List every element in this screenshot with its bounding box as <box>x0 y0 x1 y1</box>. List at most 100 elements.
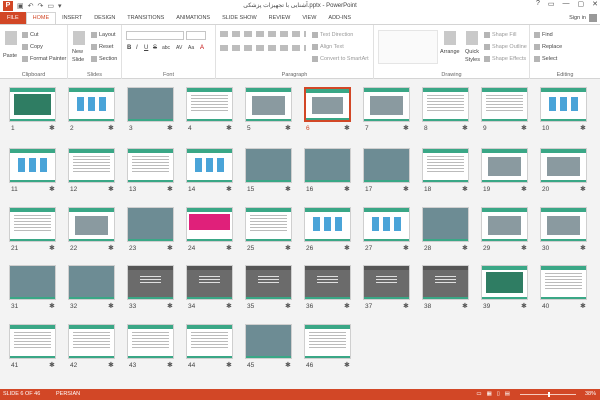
slide-thumbnail-23[interactable] <box>127 207 174 242</box>
slide-thumbnail-20[interactable] <box>540 148 587 183</box>
transition-marker-icon[interactable]: ✱ <box>344 361 350 369</box>
format-painter-button[interactable]: Format Painter <box>22 56 66 62</box>
shape-fill-button[interactable]: Shape Fill <box>484 32 516 38</box>
transition-marker-icon[interactable]: ✱ <box>285 124 291 132</box>
tab-slide-show[interactable]: SLIDE SHOW <box>216 12 263 24</box>
transition-marker-icon[interactable]: ✱ <box>521 244 527 252</box>
zoom-slider-thumb[interactable] <box>548 392 550 397</box>
sign-in-link[interactable]: Sign in <box>569 15 586 21</box>
transition-marker-icon[interactable]: ✱ <box>462 302 468 310</box>
tab-home[interactable]: HOME <box>25 12 57 24</box>
undo-icon[interactable]: ↶ <box>28 2 34 10</box>
transition-marker-icon[interactable]: ✱ <box>462 124 468 132</box>
transition-marker-icon[interactable]: ✱ <box>167 302 173 310</box>
change-case-button[interactable]: Aa <box>188 45 194 51</box>
transition-marker-icon[interactable]: ✱ <box>49 244 55 252</box>
transition-marker-icon[interactable]: ✱ <box>167 185 173 193</box>
maximize-button[interactable]: ▢ <box>578 0 585 8</box>
quick-styles-button-line2[interactable]: Styles <box>465 57 480 63</box>
slide-thumbnail-41[interactable] <box>9 324 56 359</box>
select-button[interactable]: Select <box>534 56 557 62</box>
italic-button[interactable]: I <box>136 45 138 51</box>
bold-button[interactable]: B <box>127 45 131 51</box>
slide-thumbnail-30[interactable] <box>540 207 587 242</box>
slide-thumbnail-8[interactable] <box>422 87 469 122</box>
tab-insert[interactable]: INSERT <box>56 12 88 24</box>
slide-thumbnail-38[interactable] <box>422 265 469 300</box>
strikethrough-button[interactable]: S <box>153 45 157 51</box>
slide-thumbnail-40[interactable] <box>540 265 587 300</box>
tab-transitions[interactable]: TRANSITIONS <box>121 12 170 24</box>
transition-marker-icon[interactable]: ✱ <box>580 302 586 310</box>
shapes-gallery[interactable] <box>378 30 438 64</box>
replace-button[interactable]: Replace <box>534 44 562 50</box>
transition-marker-icon[interactable]: ✱ <box>285 361 291 369</box>
transition-marker-icon[interactable]: ✱ <box>167 124 173 132</box>
transition-marker-icon[interactable]: ✱ <box>108 185 114 193</box>
slide-thumbnail-4[interactable] <box>186 87 233 122</box>
text-direction-button[interactable]: Text Direction <box>312 32 353 38</box>
slide-thumbnail-46[interactable] <box>304 324 351 359</box>
slide-thumbnail-19[interactable] <box>481 148 528 183</box>
transition-marker-icon[interactable]: ✱ <box>49 185 55 193</box>
slide-thumbnail-13[interactable] <box>127 148 174 183</box>
paragraph-align-buttons[interactable] <box>220 45 306 51</box>
slide-thumbnail-33[interactable] <box>127 265 174 300</box>
transition-marker-icon[interactable]: ✱ <box>285 244 291 252</box>
transition-marker-icon[interactable]: ✱ <box>49 361 55 369</box>
slide-thumbnail-21[interactable] <box>9 207 56 242</box>
slide-thumbnail-11[interactable] <box>9 148 56 183</box>
transition-marker-icon[interactable]: ✱ <box>226 302 232 310</box>
slide-thumbnail-37[interactable] <box>363 265 410 300</box>
transition-marker-icon[interactable]: ✱ <box>108 302 114 310</box>
transition-marker-icon[interactable]: ✱ <box>108 361 114 369</box>
slide-thumbnail-18[interactable] <box>422 148 469 183</box>
font-size-combo[interactable] <box>186 31 206 40</box>
slide-show-view-icon[interactable]: ▤ <box>505 389 510 400</box>
transition-marker-icon[interactable]: ✱ <box>403 244 409 252</box>
transition-marker-icon[interactable]: ✱ <box>580 244 586 252</box>
slide-sorter-view-icon[interactable]: ▦ <box>487 389 492 400</box>
slide-thumbnail-3[interactable] <box>127 87 174 122</box>
slide-thumbnail-6[interactable] <box>304 87 351 122</box>
transition-marker-icon[interactable]: ✱ <box>108 244 114 252</box>
slide-thumbnail-9[interactable] <box>481 87 528 122</box>
tab-review[interactable]: REVIEW <box>263 12 297 24</box>
zoom-level[interactable]: 38% <box>585 389 596 400</box>
transition-marker-icon[interactable]: ✱ <box>108 124 114 132</box>
slide-thumbnail-5[interactable] <box>245 87 292 122</box>
transition-marker-icon[interactable]: ✱ <box>226 361 232 369</box>
slide-thumbnail-7[interactable] <box>363 87 410 122</box>
avatar[interactable] <box>589 14 597 22</box>
paste-button[interactable]: Paste <box>3 53 17 59</box>
arrange-button[interactable]: Arrange <box>440 49 460 55</box>
slide-thumbnail-42[interactable] <box>68 324 115 359</box>
transition-marker-icon[interactable]: ✱ <box>403 185 409 193</box>
language-indicator[interactable]: PERSIAN <box>56 389 80 400</box>
close-button[interactable]: ✕ <box>592 0 598 8</box>
transition-marker-icon[interactable]: ✱ <box>403 302 409 310</box>
slide-thumbnail-43[interactable] <box>127 324 174 359</box>
new-slide-button[interactable]: New <box>72 49 83 55</box>
font-name-combo[interactable] <box>126 31 184 40</box>
transition-marker-icon[interactable]: ✱ <box>49 124 55 132</box>
slide-thumbnail-28[interactable] <box>422 207 469 242</box>
slide-thumbnail-35[interactable] <box>245 265 292 300</box>
reading-view-icon[interactable]: ▯ <box>497 389 500 400</box>
slide-thumbnail-29[interactable] <box>481 207 528 242</box>
transition-marker-icon[interactable]: ✱ <box>285 302 291 310</box>
transition-marker-icon[interactable]: ✱ <box>403 124 409 132</box>
tab-design[interactable]: DESIGN <box>88 12 121 24</box>
slide-thumbnail-31[interactable] <box>9 265 56 300</box>
tab-view[interactable]: VIEW <box>296 12 322 24</box>
slide-thumbnail-32[interactable] <box>68 265 115 300</box>
cut-button[interactable]: Cut <box>22 32 39 38</box>
find-button[interactable]: Find <box>534 32 553 38</box>
transition-marker-icon[interactable]: ✱ <box>462 185 468 193</box>
section-button[interactable]: Section <box>91 56 117 62</box>
powerpoint-app-icon[interactable]: P <box>3 1 13 11</box>
transition-marker-icon[interactable]: ✱ <box>521 124 527 132</box>
slide-thumbnail-34[interactable] <box>186 265 233 300</box>
align-text-button[interactable]: Align Text <box>312 44 344 50</box>
slide-thumbnail-24[interactable] <box>186 207 233 242</box>
